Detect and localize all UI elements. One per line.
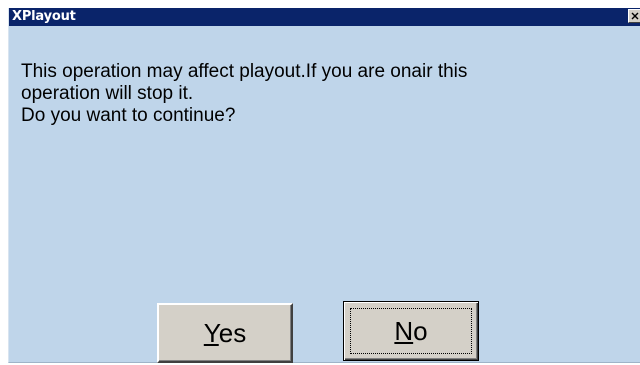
- yes-mnemonic: Y: [203, 317, 219, 348]
- no-button[interactable]: No: [343, 301, 479, 361]
- message-line: operation will stop it.: [21, 83, 194, 104]
- close-button[interactable]: [628, 9, 640, 23]
- title-bar[interactable]: XPlayout: [9, 8, 640, 26]
- message-text: This operation may affect playout.If you…: [21, 61, 621, 127]
- dialog-title: XPlayout: [12, 9, 76, 24]
- message-line: Do you want to continue?: [21, 105, 236, 126]
- yes-label-rest: es: [218, 317, 247, 348]
- confirm-dialog: XPlayout This operation may affect playo…: [8, 8, 640, 363]
- no-button-label: No: [394, 316, 427, 347]
- close-x-icon: [631, 12, 639, 20]
- no-mnemonic: N: [394, 315, 414, 346]
- yes-button[interactable]: Yes: [157, 303, 293, 363]
- yes-button-label: Yes: [204, 318, 246, 349]
- no-label-rest: o: [413, 315, 428, 346]
- message-line: This operation may affect playout.If you…: [21, 61, 468, 82]
